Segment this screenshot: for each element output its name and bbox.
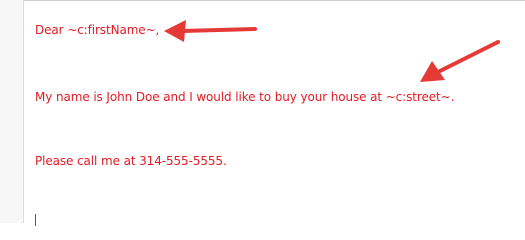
- arrow-down-left-icon: [420, 40, 500, 82]
- document-editor[interactable]: Dear ~c:firstName~, My name is John Doe …: [0, 0, 525, 226]
